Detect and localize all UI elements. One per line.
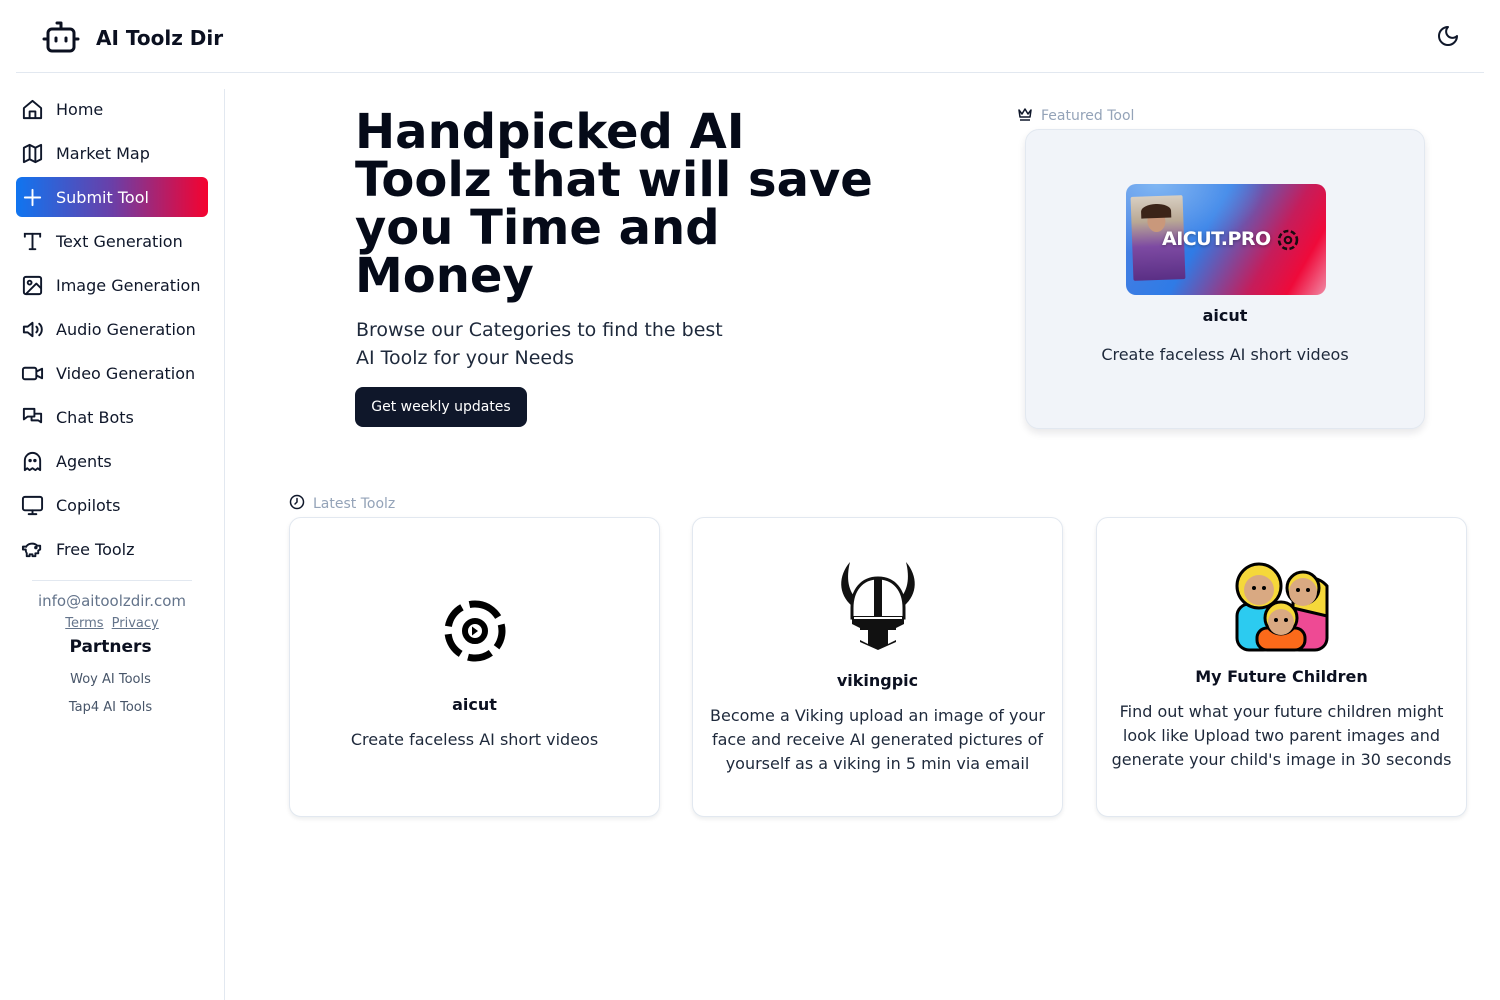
featured-image-text: AICUT.PRO	[1162, 228, 1271, 250]
tool-description: Find out what your future children might…	[1111, 702, 1452, 769]
sidebar-item-label: Audio Generation	[56, 319, 196, 339]
sidebar-item-audio-generation[interactable]: Audio Generation	[16, 309, 208, 349]
tool-name: aicut	[452, 695, 497, 714]
robot-icon	[42, 20, 80, 58]
top-header: AI Toolz Dir	[16, 0, 1484, 73]
featured-tool-description: Create faceless AI short videos	[1101, 345, 1349, 364]
tool-name: My Future Children	[1195, 667, 1368, 686]
legal-links: Terms Privacy	[0, 616, 224, 631]
ghost-icon	[20, 449, 44, 473]
plus-icon	[20, 185, 44, 209]
theme-toggle-button[interactable]	[1436, 24, 1460, 48]
image-icon	[20, 273, 44, 297]
privacy-link[interactable]: Privacy	[112, 616, 159, 631]
sidebar-item-label: Market Map	[56, 143, 150, 163]
aicut-logo-icon	[442, 598, 508, 664]
chat-bubbles-icon	[20, 405, 44, 429]
partners-heading: Partners	[69, 637, 152, 657]
featured-section-label: Featured Tool	[1017, 106, 1134, 126]
sidebar-item-submit-tool[interactable]: Submit Tool	[16, 177, 208, 217]
monitor-icon	[20, 493, 44, 517]
sidebar-item-chat-bots[interactable]: Chat Bots	[16, 397, 208, 437]
hero-subtitle: Browse our Categories to find the best A…	[356, 319, 723, 369]
text-t-icon	[20, 229, 44, 253]
family-emoji-icon	[1235, 560, 1329, 652]
home-icon	[20, 97, 44, 121]
sidebar-item-label: Video Generation	[56, 363, 196, 383]
tool-name: vikingpic	[836, 671, 919, 690]
sidebar-item-video-generation[interactable]: Video Generation	[16, 353, 208, 393]
sidebar: Home Market Map Submit Tool Text Generat…	[0, 89, 225, 1000]
sidebar-item-text-generation[interactable]: Text Generation	[16, 221, 208, 261]
sidebar-item-label: Free Toolz	[56, 539, 135, 559]
clock-icon	[289, 494, 313, 514]
sidebar-item-label: Copilots	[56, 495, 121, 515]
featured-tool-card[interactable]: AICUT.PRO aicut Create faceless AI short…	[1025, 129, 1425, 429]
sidebar-item-image-generation[interactable]: Image Generation	[16, 265, 208, 305]
tool-card-my-future-children[interactable]: My Future Children Find out what your fu…	[1096, 517, 1467, 817]
tool-card-aicut[interactable]: aicut Create faceless AI short videos	[289, 517, 660, 817]
video-camera-icon	[20, 361, 44, 385]
sidebar-item-label: Submit Tool	[56, 187, 149, 207]
sidebar-item-free-toolz[interactable]: Free Toolz	[16, 529, 208, 569]
speaker-icon	[20, 317, 44, 341]
featured-tool-name: aicut	[1202, 306, 1248, 325]
moon-icon	[1436, 26, 1460, 52]
sidebar-item-market-map[interactable]: Market Map	[16, 133, 208, 173]
tool-description: Become a Viking upload an image of your …	[710, 706, 1045, 773]
sidebar-item-label: Agents	[56, 451, 112, 471]
sidebar-item-agents[interactable]: Agents	[16, 441, 208, 481]
sidebar-item-label: Chat Bots	[56, 407, 134, 427]
featured-tool-image: AICUT.PRO	[1126, 184, 1326, 295]
map-icon	[20, 141, 44, 165]
featured-section-text: Featured Tool	[1041, 108, 1135, 124]
tool-card-vikingpic[interactable]: vikingpic Become a Viking upload an imag…	[692, 517, 1063, 817]
brand-logo[interactable]: AI Toolz Dir	[42, 20, 223, 58]
crown-icon	[1017, 106, 1041, 126]
sidebar-item-label: Text Generation	[56, 231, 183, 251]
latest-section-label: Latest Toolz	[289, 494, 395, 514]
brand-name: AI Toolz Dir	[96, 26, 224, 50]
contact-email[interactable]: info@aitoolzdir.com	[0, 592, 224, 610]
sidebar-item-copilots[interactable]: Copilots	[16, 485, 208, 525]
get-weekly-updates-button[interactable]: Get weekly updates	[355, 387, 527, 427]
sidebar-divider	[32, 580, 192, 581]
sidebar-item-label: Image Generation	[56, 275, 201, 295]
hero-title: Handpicked AI Toolz that will save you T…	[355, 104, 873, 304]
partner-link-tap4[interactable]: Tap4 AI Tools	[0, 700, 221, 715]
sidebar-item-label: Home	[56, 99, 104, 119]
terms-link[interactable]: Terms	[65, 616, 103, 631]
sidebar-item-home[interactable]: Home	[16, 89, 208, 129]
latest-section-text: Latest Toolz	[313, 496, 396, 512]
piggy-bank-icon	[20, 537, 44, 561]
aicut-logo-icon	[1277, 229, 1299, 251]
viking-helmet-icon	[832, 558, 924, 652]
partner-link-woy[interactable]: Woy AI Tools	[0, 672, 221, 687]
tool-description: Create faceless AI short videos	[350, 730, 599, 749]
